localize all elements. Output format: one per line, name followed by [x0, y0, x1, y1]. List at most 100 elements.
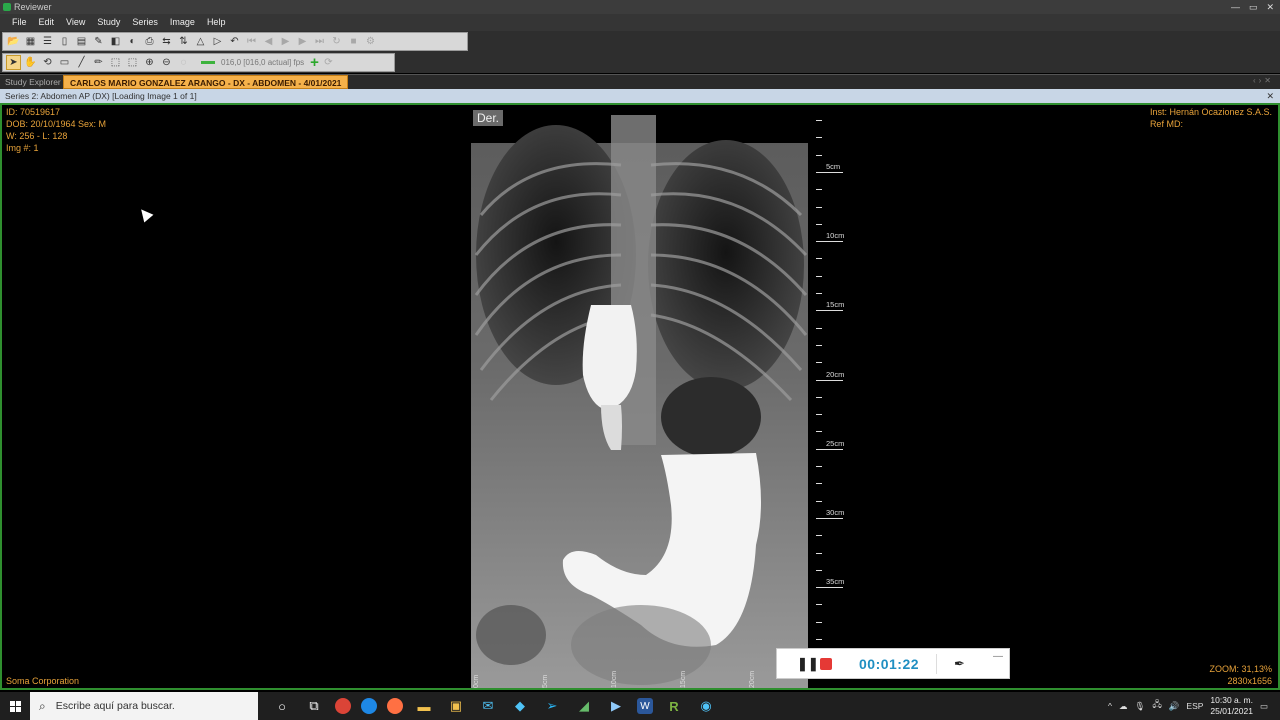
ruler-minor-tick [816, 414, 822, 416]
fit-all-icon[interactable]: ⬚ [125, 55, 140, 70]
edge-icon[interactable] [361, 698, 377, 714]
powershell-icon[interactable]: ▶ [605, 695, 627, 717]
fit-icon[interactable]: ⬚ [108, 55, 123, 70]
reviewer-app-icon[interactable]: R [663, 695, 685, 717]
ruler-minor-tick [816, 154, 822, 156]
image-viewport[interactable]: ID: 70519617 DOB: 20/10/1964 Sex: M W: 2… [0, 103, 1280, 690]
menu-study[interactable]: Study [91, 14, 126, 31]
annotation-icon[interactable]: ✎ [91, 34, 106, 49]
cortana-icon[interactable]: ○ [271, 695, 293, 717]
xray-image[interactable] [471, 105, 808, 688]
mail-icon[interactable]: ✉ [477, 695, 499, 717]
fps-increase-icon[interactable]: + [310, 55, 319, 70]
window-title: Reviewer [14, 2, 52, 12]
play-icon[interactable]: ▶ [278, 34, 293, 49]
measure-ruler-icon[interactable]: ╱ [74, 55, 89, 70]
app-blue-icon[interactable]: ◆ [509, 695, 531, 717]
tile-icon[interactable]: ▤ [74, 34, 89, 49]
ruler-label: 15cm [826, 300, 845, 310]
settings-icon[interactable]: ⚙ [363, 34, 378, 49]
menu-help[interactable]: Help [201, 14, 232, 31]
task-view-icon[interactable]: ⧉ [303, 695, 325, 717]
print-icon[interactable]: ⎙ [142, 34, 157, 49]
start-button[interactable] [0, 692, 30, 720]
tab-study-explorer[interactable]: Study Explorer [5, 76, 61, 89]
maximize-button[interactable]: ▭ [1249, 0, 1258, 14]
horizontal-ruler-label: 20cm [749, 670, 756, 688]
ruler-minor-tick [816, 621, 822, 623]
tray-overflow-icon[interactable]: ^ [1108, 701, 1112, 711]
menu-image[interactable]: Image [164, 14, 201, 31]
chrome-icon[interactable] [335, 698, 351, 714]
loop-icon[interactable]: ↻ [329, 34, 344, 49]
magnify-icon[interactable]: ◌ [176, 55, 191, 70]
ruler-minor-tick [816, 327, 822, 329]
undo-icon[interactable]: ↶ [227, 34, 242, 49]
stop-icon[interactable]: ■ [346, 34, 361, 49]
taskbar-search[interactable]: ⌕ Escribe aquí para buscar. [30, 692, 258, 720]
volume-icon[interactable]: 🔊 [1169, 701, 1180, 712]
app-green-icon[interactable]: ◢ [573, 695, 595, 717]
institution: Inst: Hernán Ocazionez S.A.S. [1149, 107, 1272, 117]
toolbar-area: 📂 ▦ ☰ ▯ ▤ ✎ ◧ ◐ ⎙ ⇆ ⇅ △ ▷ ↶ ⏮ ◀ ▶ ▶ ⏭ ↻ … [0, 31, 1280, 73]
ruler-minor-tick [816, 293, 822, 294]
word-icon[interactable]: W [637, 698, 653, 714]
flip-horizontal-icon[interactable]: ⇆ [159, 34, 174, 49]
xray-drawing [471, 105, 808, 688]
pointer-icon[interactable]: ➤ [6, 55, 21, 70]
layout-grid-icon[interactable]: ▦ [23, 34, 38, 49]
last-image-icon[interactable]: ⏭ [312, 34, 327, 49]
stop-record-icon[interactable] [820, 657, 832, 670]
ruler-minor-tick [816, 396, 822, 398]
minimize-button[interactable]: — [1231, 0, 1240, 14]
network-icon[interactable]: 🖧 [1152, 699, 1161, 713]
flip-vertical-icon[interactable]: ⇅ [176, 34, 191, 49]
telegram-icon[interactable]: ➢ [541, 695, 563, 717]
page-icon[interactable]: ▯ [57, 34, 72, 49]
window-level-icon[interactable]: ◧ [108, 34, 123, 49]
tab-patient-study[interactable]: CARLOS MARIO GONZALEZ ARANGO - DX - ABDO… [63, 75, 349, 89]
cine-play-icon[interactable]: ▷ [210, 34, 225, 49]
tray-app-icon[interactable]: ☁ [1119, 701, 1128, 712]
store-icon[interactable]: ▣ [445, 695, 467, 717]
recorder-app-icon[interactable]: ◉ [695, 695, 717, 717]
ruler-minor-tick [816, 275, 822, 277]
firefox-icon[interactable] [387, 698, 403, 714]
menu-file[interactable]: File [6, 14, 33, 31]
menu-view[interactable]: View [60, 14, 91, 31]
language-indicator[interactable]: ESP [1186, 701, 1203, 711]
menu-edit[interactable]: Edit [33, 14, 61, 31]
series-close-button[interactable]: ✕ [1266, 89, 1274, 103]
recorder-minimize-icon[interactable]: — [993, 651, 1003, 662]
series-layout-icon[interactable]: ☰ [40, 34, 55, 49]
prev-image-icon[interactable]: ◀ [261, 34, 276, 49]
clock[interactable]: 10:30 a. m. 25/01/2021 [1210, 695, 1253, 717]
notifications-icon[interactable]: ▭ [1260, 701, 1268, 712]
roi-rectangle-icon[interactable]: ▭ [57, 55, 72, 70]
pencil-icon[interactable]: ✏ [91, 55, 106, 70]
ruler-minor-tick [816, 120, 822, 121]
invert-icon[interactable]: ◐ [125, 34, 140, 49]
fps-decrease-icon[interactable] [201, 61, 215, 64]
microphone-icon[interactable]: 🎙 [1135, 701, 1146, 712]
ruler-major-tick [816, 448, 843, 450]
first-image-icon[interactable]: ⏮ [244, 34, 259, 49]
next-image-icon[interactable]: ▶ [295, 34, 310, 49]
tab-controls[interactable]: ‹›✕ [1253, 76, 1274, 85]
zoom-out-icon[interactable]: ⊖ [159, 55, 174, 70]
file-explorer-icon[interactable]: ▬ [413, 695, 435, 717]
pause-icon[interactable]: ❚❚ [797, 656, 819, 672]
horizontal-ruler-label: 0cm [473, 674, 480, 688]
menu-series[interactable]: Series [126, 14, 164, 31]
sync-icon[interactable]: ⟳ [321, 55, 336, 70]
pan-hand-icon[interactable]: ✋ [23, 55, 38, 70]
rotate-icon[interactable]: ⟲ [40, 55, 55, 70]
system-tray: ^ ☁ 🎙 🖧 🔊 ESP 10:30 a. m. 25/01/2021 ▭ [1108, 692, 1280, 720]
mirror-icon[interactable]: △ [193, 34, 208, 49]
close-button[interactable]: ✕ [1266, 0, 1274, 14]
window-level: W: 256 - L: 128 [6, 131, 68, 141]
zoom-in-icon[interactable]: ⊕ [142, 55, 157, 70]
draw-pen-icon[interactable]: ✒ [954, 656, 965, 672]
patient-info-overlay: ID: 70519617 DOB: 20/10/1964 Sex: M W: 2… [6, 106, 106, 154]
open-folder-icon[interactable]: 📂 [6, 34, 21, 49]
